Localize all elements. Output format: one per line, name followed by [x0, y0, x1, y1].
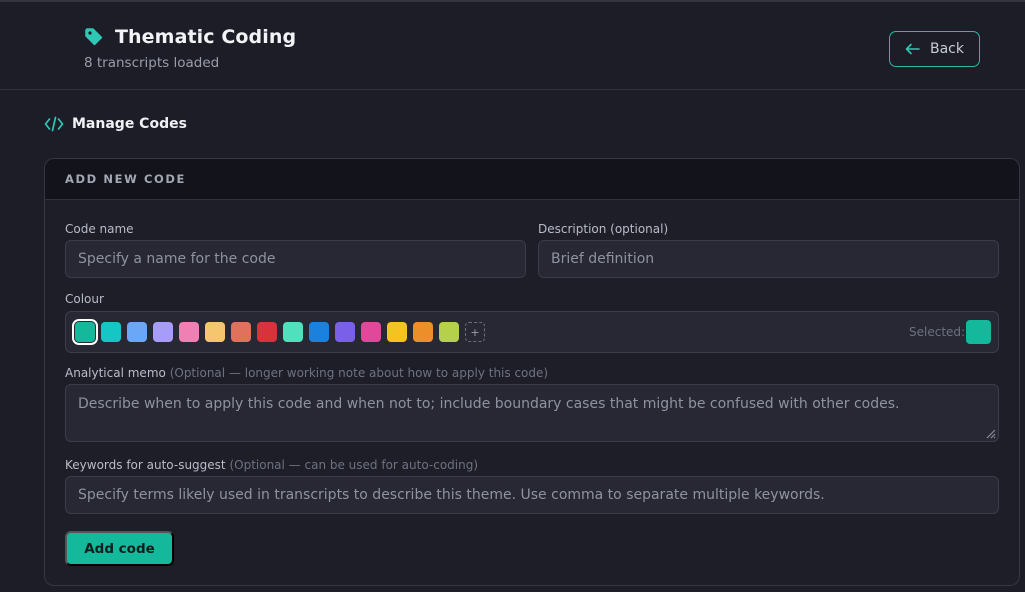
card-header: ADD NEW CODE [45, 159, 1019, 200]
back-button-label: Back [930, 41, 964, 57]
section-title-label: Manage Codes [72, 116, 187, 132]
colour-swatch[interactable] [153, 322, 173, 342]
tag-icon [84, 27, 104, 47]
colour-swatch[interactable] [361, 322, 381, 342]
memo-textarea[interactable]: Describe when to apply this code and whe… [65, 384, 999, 442]
code-name-placeholder: Specify a name for the code [78, 251, 276, 267]
add-code-button[interactable]: Add code [65, 531, 174, 566]
back-button[interactable]: Back [889, 31, 980, 67]
keywords-input[interactable]: Specify terms likely used in transcripts… [65, 476, 999, 514]
colour-swatch[interactable] [179, 322, 199, 342]
colour-swatch[interactable] [101, 322, 121, 342]
keywords-placeholder: Specify terms likely used in transcripts… [78, 487, 825, 503]
description-placeholder: Brief definition [551, 251, 655, 267]
description-label: Description (optional) [538, 222, 669, 236]
colour-swatch[interactable] [127, 322, 147, 342]
memo-hint: (Optional — longer working note about ho… [169, 366, 549, 380]
colour-swatch[interactable] [309, 322, 329, 342]
section-title: Manage Codes [44, 116, 187, 132]
selected-colour-label: Selected: [909, 325, 966, 339]
page-header: Thematic Coding 8 transcripts loaded Bac… [0, 2, 1025, 90]
add-code-card: ADD NEW CODE Code name Specify a name fo… [44, 158, 1020, 586]
memo-label-text: Analytical memo [65, 366, 166, 380]
memo-label: Analytical memo (Optional — longer worki… [65, 366, 548, 380]
code-name-label: Code name [65, 222, 134, 236]
keywords-label: Keywords for auto-suggest (Optional — ca… [65, 458, 478, 472]
transcripts-count: 8 transcripts loaded [84, 55, 220, 71]
memo-placeholder: Describe when to apply this code and whe… [78, 396, 900, 412]
colour-palette: + Selected: [65, 311, 999, 353]
resize-handle-icon[interactable] [984, 427, 996, 439]
colour-label: Colour [65, 292, 104, 306]
add-custom-colour-button[interactable]: + [465, 322, 485, 342]
colour-swatch[interactable] [231, 322, 251, 342]
keywords-hint: (Optional — can be used for auto-coding) [229, 458, 479, 472]
colour-swatch[interactable] [439, 322, 459, 342]
colour-swatch[interactable] [257, 322, 277, 342]
brand: Thematic Coding [84, 26, 296, 48]
code-icon [44, 116, 64, 132]
colour-swatch[interactable] [413, 322, 433, 342]
colour-swatch[interactable] [335, 322, 355, 342]
page-title: Thematic Coding [115, 26, 297, 48]
colour-swatch[interactable] [387, 322, 407, 342]
keywords-label-text: Keywords for auto-suggest [65, 458, 226, 472]
colour-swatch[interactable] [205, 322, 225, 342]
code-name-input[interactable]: Specify a name for the code [65, 240, 526, 278]
card-heading: ADD NEW CODE [65, 172, 186, 186]
description-input[interactable]: Brief definition [538, 240, 999, 278]
colour-swatch[interactable] [72, 319, 98, 345]
arrow-left-icon [905, 43, 920, 55]
selected-colour-swatch [966, 320, 991, 344]
colour-swatch[interactable] [283, 322, 303, 342]
